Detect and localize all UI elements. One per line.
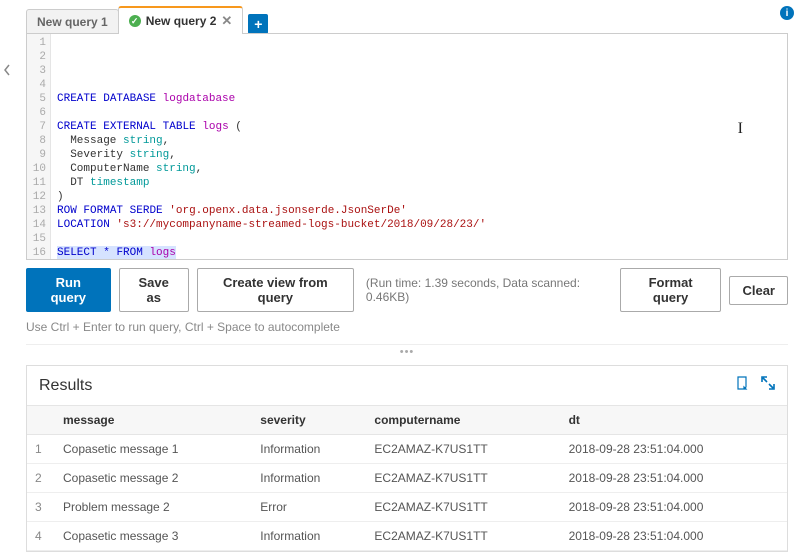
table-row[interactable]: 2Copasetic message 2InformationEC2AMAZ-K… [27, 464, 787, 493]
table-cell: Error [252, 493, 366, 522]
line-gutter: 1 2 3 4 5 6 7 8 9 10 11 12 13 14 15 16 [27, 34, 51, 259]
keyboard-hint: Use Ctrl + Enter to run query, Ctrl + Sp… [26, 320, 788, 334]
table-cell: 4 [27, 522, 55, 551]
table-cell: EC2AMAZ-K7US1TT [366, 435, 560, 464]
tab-label: New query 1 [37, 15, 108, 29]
table-cell: EC2AMAZ-K7US1TT [366, 493, 560, 522]
editor-toolbar: Run query Save as Create view from query… [26, 260, 788, 318]
table-cell: EC2AMAZ-K7US1TT [366, 464, 560, 493]
table-cell: Information [252, 522, 366, 551]
table-cell: 1 [27, 435, 55, 464]
tab-label: New query 2 [146, 14, 217, 28]
code-area[interactable]: I CREATE DATABASE logdatabase CREATE EXT… [51, 34, 787, 259]
expand-icon[interactable] [761, 376, 775, 395]
run-stats: (Run time: 1.39 seconds, Data scanned: 0… [366, 276, 604, 304]
save-as-button[interactable]: Save as [119, 268, 189, 312]
table-cell: 2018-09-28 23:51:04.000 [561, 522, 787, 551]
results-title: Results [39, 377, 92, 395]
run-query-button[interactable]: Run query [26, 268, 111, 312]
query-tabs: New query 1 ✓ New query 2 ✕ + [26, 6, 788, 34]
download-icon[interactable] [735, 376, 749, 395]
collapse-sidebar-handle[interactable] [0, 50, 14, 90]
table-row[interactable]: 3Problem message 2ErrorEC2AMAZ-K7US1TT20… [27, 493, 787, 522]
text-cursor-icon: I [738, 122, 743, 136]
table-cell: 2018-09-28 23:51:04.000 [561, 464, 787, 493]
table-cell: Copasetic message 1 [55, 435, 252, 464]
column-header[interactable]: dt [561, 406, 787, 435]
table-cell: 2 [27, 464, 55, 493]
table-cell: Problem message 2 [55, 493, 252, 522]
column-header[interactable]: severity [252, 406, 366, 435]
column-header[interactable] [27, 406, 55, 435]
column-header[interactable]: message [55, 406, 252, 435]
create-view-button[interactable]: Create view from query [197, 268, 354, 312]
close-icon[interactable]: ✕ [221, 13, 232, 29]
results-panel: Results messageseveritycomputernamedt 1C… [26, 365, 788, 552]
clear-button[interactable]: Clear [729, 276, 788, 305]
success-icon: ✓ [129, 15, 141, 27]
table-cell: EC2AMAZ-K7US1TT [366, 522, 560, 551]
add-tab-button[interactable]: + [248, 14, 268, 34]
table-cell: 3 [27, 493, 55, 522]
results-table: messageseveritycomputernamedt 1Copasetic… [27, 405, 787, 551]
table-cell: Information [252, 464, 366, 493]
tab-query-1[interactable]: New query 1 [26, 9, 119, 34]
column-header[interactable]: computername [366, 406, 560, 435]
table-cell: 2018-09-28 23:51:04.000 [561, 435, 787, 464]
tab-query-2[interactable]: ✓ New query 2 ✕ [118, 6, 244, 34]
table-cell: Copasetic message 3 [55, 522, 252, 551]
table-cell: Copasetic message 2 [55, 464, 252, 493]
table-row[interactable]: 1Copasetic message 1InformationEC2AMAZ-K… [27, 435, 787, 464]
sql-editor[interactable]: 1 2 3 4 5 6 7 8 9 10 11 12 13 14 15 16 I… [26, 33, 788, 260]
table-cell: Information [252, 435, 366, 464]
format-query-button[interactable]: Format query [620, 268, 722, 312]
table-cell: 2018-09-28 23:51:04.000 [561, 493, 787, 522]
table-row[interactable]: 4Copasetic message 3InformationEC2AMAZ-K… [27, 522, 787, 551]
resize-grip[interactable]: ••• [26, 344, 788, 359]
